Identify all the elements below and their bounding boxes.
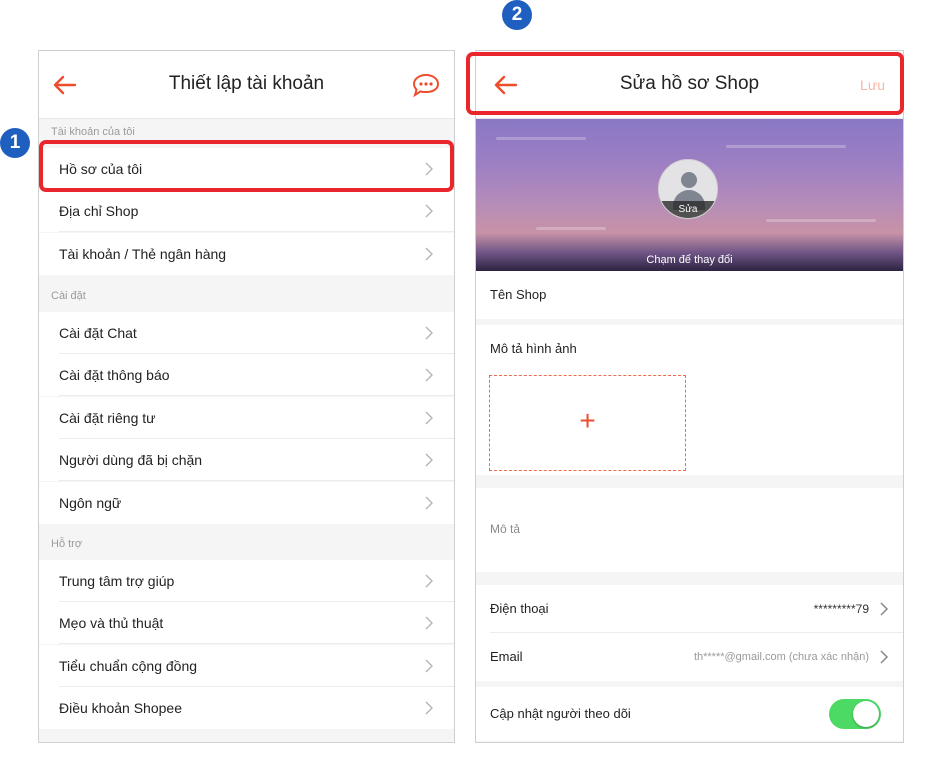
step-badge-2: 2 [502, 0, 532, 30]
settings-item[interactable]: Cài đặt Chat [39, 312, 454, 354]
settings-item-label: Điều khoản Shopee [59, 700, 182, 717]
chevron-right-icon [425, 368, 433, 382]
email-value: th*****@gmail.com (chưa xác nhận) [693, 651, 869, 663]
settings-item[interactable]: Địa chỉ Shop [39, 190, 454, 233]
chevron-right-icon [425, 411, 433, 425]
settings-item-label: Ngôn ngữ [59, 494, 122, 511]
settings-item[interactable]: Mẹo và thủ thuật [39, 602, 454, 645]
settings-item[interactable]: Ngôn ngữ [39, 481, 454, 524]
email-row[interactable]: Email th*****@gmail.com (chưa xác nhận) [476, 633, 903, 681]
chevron-right-icon [425, 659, 433, 673]
user-icon [681, 172, 697, 188]
avatar[interactable]: Sửa [658, 159, 718, 219]
chevron-right-icon [425, 247, 433, 261]
toggle-knob [853, 701, 879, 727]
settings-item[interactable]: Điều khoản Shopee [39, 687, 454, 730]
section-label: Cài đặt [51, 290, 86, 302]
settings-item-label: Trung tâm trợ giúp [59, 573, 175, 589]
shop-name-field[interactable]: Tên Shop [476, 271, 903, 319]
section-label: Tài khoản của tôi [51, 126, 135, 138]
top-app-bar: Thiết lập tài khoản [39, 51, 454, 119]
phone-value: *********79 [813, 602, 869, 616]
chevron-right-icon [880, 650, 889, 664]
chevron-right-icon [425, 326, 433, 340]
chevron-right-icon [880, 602, 889, 616]
settings-item[interactable]: Trung tâm trợ giúp [39, 560, 454, 602]
section-label: Hỗ trợ [51, 538, 83, 550]
settings-item[interactable]: Tài khoản / Thẻ ngân hàng [39, 232, 454, 275]
highlight-edit-header [466, 52, 904, 115]
step-badge-1: 1 [0, 128, 30, 158]
settings-item[interactable]: Người dùng đã bị chặn [39, 439, 454, 482]
chevron-right-icon [425, 574, 433, 588]
settings-item-label: Cài đặt Chat [59, 325, 137, 341]
settings-item-label: Mẹo và thủ thuật [59, 615, 164, 632]
settings-item-label: Tiểu chuẩn cộng đồng [59, 657, 198, 674]
cover-photo[interactable]: Sửa Chạm để thay đổi [476, 119, 903, 271]
image-upload-box[interactable]: + [489, 375, 686, 471]
cover-change-hint: Chạm để thay đổi [646, 254, 733, 266]
highlight-my-profile [39, 140, 454, 192]
chevron-right-icon [425, 453, 433, 467]
avatar-edit-label[interactable]: Sửa [659, 201, 717, 218]
settings-item-label: Người dùng đã bị chặn [59, 452, 203, 469]
settings-item-label: Cài đặt riêng tư [59, 409, 156, 426]
follower-update-toggle[interactable] [829, 699, 881, 729]
plus-icon: + [579, 405, 596, 436]
follower-update-row: Cập nhật người theo dõi [476, 687, 903, 741]
settings-item-label: Cài đặt thông báo [59, 367, 170, 384]
chat-bubble-icon[interactable] [412, 73, 440, 97]
shop-name-label: Tên Shop [490, 287, 547, 302]
email-label: Email [490, 649, 523, 664]
page-title: Thiết lập tài khoản [168, 73, 325, 94]
follower-update-label: Cập nhật người theo dõi [490, 706, 631, 721]
phone-row[interactable]: Điện thoại *********79 [476, 585, 903, 633]
chevron-right-icon [425, 616, 433, 630]
image-description-section: Mô tả hình ảnh + [476, 325, 903, 475]
image-description-label: Mô tả hình ảnh [490, 341, 577, 356]
edit-shop-profile-screen: Sửa hồ sơ Shop Lưu Sửa Chạm để thay đổi … [475, 50, 904, 743]
chevron-right-icon [425, 496, 433, 510]
settings-item[interactable]: Tiểu chuẩn cộng đồng [39, 644, 454, 687]
settings-item[interactable]: Cài đặt riêng tư [39, 396, 454, 439]
chevron-right-icon [425, 204, 433, 218]
description-field[interactable]: Mô tả [476, 488, 903, 572]
settings-item-label: Địa chỉ Shop [59, 203, 139, 220]
phone-label: Điện thoại [490, 601, 549, 616]
description-placeholder: Mô tả [490, 522, 521, 536]
settings-item-label: Tài khoản / Thẻ ngân hàng [59, 245, 227, 262]
settings-item[interactable]: Cài đặt thông báo [39, 354, 454, 397]
chevron-right-icon [425, 701, 433, 715]
